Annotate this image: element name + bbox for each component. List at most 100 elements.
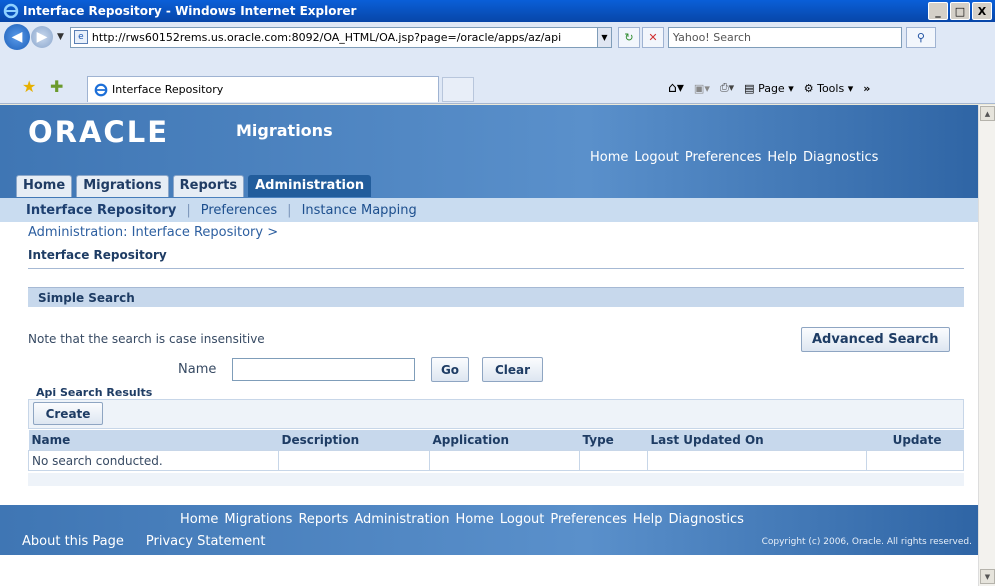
about-page-link[interactable]: About this Page <box>22 534 124 549</box>
footer-link-preferences[interactable]: Preferences <box>550 512 626 527</box>
footer-link-home-2[interactable]: Home <box>455 512 493 527</box>
global-nav-preferences[interactable]: Preferences <box>685 150 761 165</box>
browser-tab-row: ★ ✚ Interface Repository ⌂▾ ▣▾ ⎙▾ ▤ Page… <box>0 52 995 104</box>
search-button[interactable]: ⚲ <box>905 26 936 48</box>
internet-explorer-icon <box>94 83 108 96</box>
back-button[interactable]: ◀ <box>4 24 30 50</box>
footer-link-migrations[interactable]: Migrations <box>224 512 292 527</box>
scroll-up-icon[interactable]: ▲ <box>980 106 995 121</box>
tab-home[interactable]: Home <box>16 175 73 197</box>
go-button[interactable]: Go <box>431 357 469 382</box>
tab-reports[interactable]: Reports <box>172 175 245 197</box>
name-input[interactable] <box>232 358 415 381</box>
history-dropdown-icon[interactable]: ▼ <box>57 32 64 42</box>
add-favorites-icon[interactable]: ✚ <box>50 77 63 96</box>
page-footer: Home Migrations Reports Administration H… <box>0 505 978 555</box>
app-tabs: Home Migrations Reports Administration <box>16 175 372 197</box>
title-divider <box>28 268 964 269</box>
print-icon[interactable]: ⎙▾ <box>720 81 734 95</box>
table-cell <box>278 450 430 471</box>
vertical-scrollbar[interactable]: ▲ ▼ <box>978 105 995 586</box>
stop-button[interactable]: ✕ <box>641 26 664 48</box>
table-cell <box>579 450 648 471</box>
footer-link-home[interactable]: Home <box>180 512 218 527</box>
footer-nav: Home Migrations Reports Administration H… <box>180 512 744 527</box>
command-bar: ⌂▾ ▣▾ ⎙▾ ▤ Page ▾ ⚙ Tools ▾ » <box>668 80 870 96</box>
scroll-down-icon[interactable]: ▼ <box>980 569 995 584</box>
tools-menu-label: Tools <box>817 81 845 95</box>
col-description[interactable]: Description <box>278 430 430 451</box>
results-toolbar <box>28 399 964 429</box>
tab-migrations[interactable]: Migrations <box>76 175 169 197</box>
results-bottom-bar <box>28 473 964 486</box>
address-text: http://rws60152rems.us.oracle.com:8092/O… <box>91 30 562 44</box>
address-dropdown-icon[interactable]: ▼ <box>597 26 612 48</box>
tools-menu[interactable]: ⚙ Tools ▾ <box>804 82 854 95</box>
col-application[interactable]: Application <box>429 430 580 451</box>
subtab-preferences[interactable]: Preferences <box>201 203 277 218</box>
refresh-button[interactable]: ↻ <box>617 26 640 48</box>
advanced-search-button[interactable]: Advanced Search <box>801 327 950 352</box>
col-type[interactable]: Type <box>579 430 648 451</box>
minimize-button[interactable]: _ <box>928 2 948 20</box>
new-tab-button[interactable] <box>442 77 474 102</box>
breadcrumb[interactable]: Administration: Interface Repository > <box>28 225 278 240</box>
window-title: Interface Repository - Windows Internet … <box>23 4 357 18</box>
subtab-instance-mapping[interactable]: Instance Mapping <box>302 203 417 218</box>
page-menu[interactable]: ▤ Page ▾ <box>744 82 794 95</box>
global-nav-home[interactable]: Home <box>590 150 628 165</box>
oracle-logo: ORACLE <box>28 115 169 149</box>
page-menu-label: Page <box>758 81 785 95</box>
search-icon: ⚲ <box>916 30 925 44</box>
col-last-updated[interactable]: Last Updated On <box>647 430 867 451</box>
footer-links: About this Page Privacy Statement <box>22 534 266 549</box>
table-row: No search conducted. <box>28 450 964 471</box>
search-input[interactable]: Yahoo! Search <box>667 26 902 48</box>
maximize-button[interactable]: □ <box>950 2 970 20</box>
footer-link-diagnostics[interactable]: Diagnostics <box>669 512 744 527</box>
refresh-icon: ↻ <box>624 30 634 44</box>
copyright: Copyright (c) 2006, Oracle. All rights r… <box>761 537 972 547</box>
global-nav-help[interactable]: Help <box>767 150 797 165</box>
browser-tab[interactable]: Interface Repository <box>87 76 439 102</box>
home-icon[interactable]: ⌂▾ <box>668 80 684 96</box>
col-name[interactable]: Name <box>28 430 279 451</box>
search-note: Note that the search is case insensitive <box>28 332 265 346</box>
browser-tab-label: Interface Repository <box>112 83 224 96</box>
forward-arrow-icon: ▶ <box>36 29 48 45</box>
favorites-star-icon[interactable]: ★ <box>22 77 36 96</box>
back-arrow-icon: ◀ <box>11 29 23 45</box>
name-label: Name <box>178 362 217 377</box>
internet-explorer-icon <box>3 3 19 19</box>
address-bar[interactable]: e http://rws60152rems.us.oracle.com:8092… <box>69 26 598 48</box>
page-icon: e <box>73 30 88 44</box>
feeds-icon[interactable]: ▣▾ <box>694 82 710 95</box>
table-cell <box>866 450 964 471</box>
col-update: Update <box>866 430 964 451</box>
privacy-link[interactable]: Privacy Statement <box>146 534 266 549</box>
footer-link-administration[interactable]: Administration <box>354 512 449 527</box>
footer-link-help[interactable]: Help <box>633 512 663 527</box>
table-header-row: Name Description Application Type Last U… <box>28 430 964 451</box>
app-title: Migrations <box>236 121 333 140</box>
tab-administration[interactable]: Administration <box>248 175 372 197</box>
create-button[interactable]: Create <box>33 402 103 425</box>
chevron-more-icon[interactable]: » <box>863 82 870 95</box>
footer-link-reports[interactable]: Reports <box>298 512 348 527</box>
stop-icon: ✕ <box>648 30 658 44</box>
forward-button[interactable]: ▶ <box>31 26 53 48</box>
global-nav-diagnostics[interactable]: Diagnostics <box>803 150 878 165</box>
empty-message: No search conducted. <box>28 450 279 471</box>
footer-link-logout[interactable]: Logout <box>500 512 545 527</box>
subtab-interface-repository[interactable]: Interface Repository <box>26 203 176 218</box>
results-table: Name Description Application Type Last U… <box>28 430 964 471</box>
global-nav-logout[interactable]: Logout <box>634 150 679 165</box>
results-title: Api Search Results <box>36 386 153 399</box>
close-button[interactable]: X <box>972 2 992 20</box>
clear-button[interactable]: Clear <box>482 357 543 382</box>
simple-search-header: Simple Search <box>28 287 964 307</box>
subtabs: Interface Repository | Preferences | Ins… <box>0 198 978 222</box>
subtab-separator: | <box>186 202 191 218</box>
table-cell <box>647 450 867 471</box>
oracle-header: ORACLE Migrations Home Logout Preference… <box>0 105 978 175</box>
